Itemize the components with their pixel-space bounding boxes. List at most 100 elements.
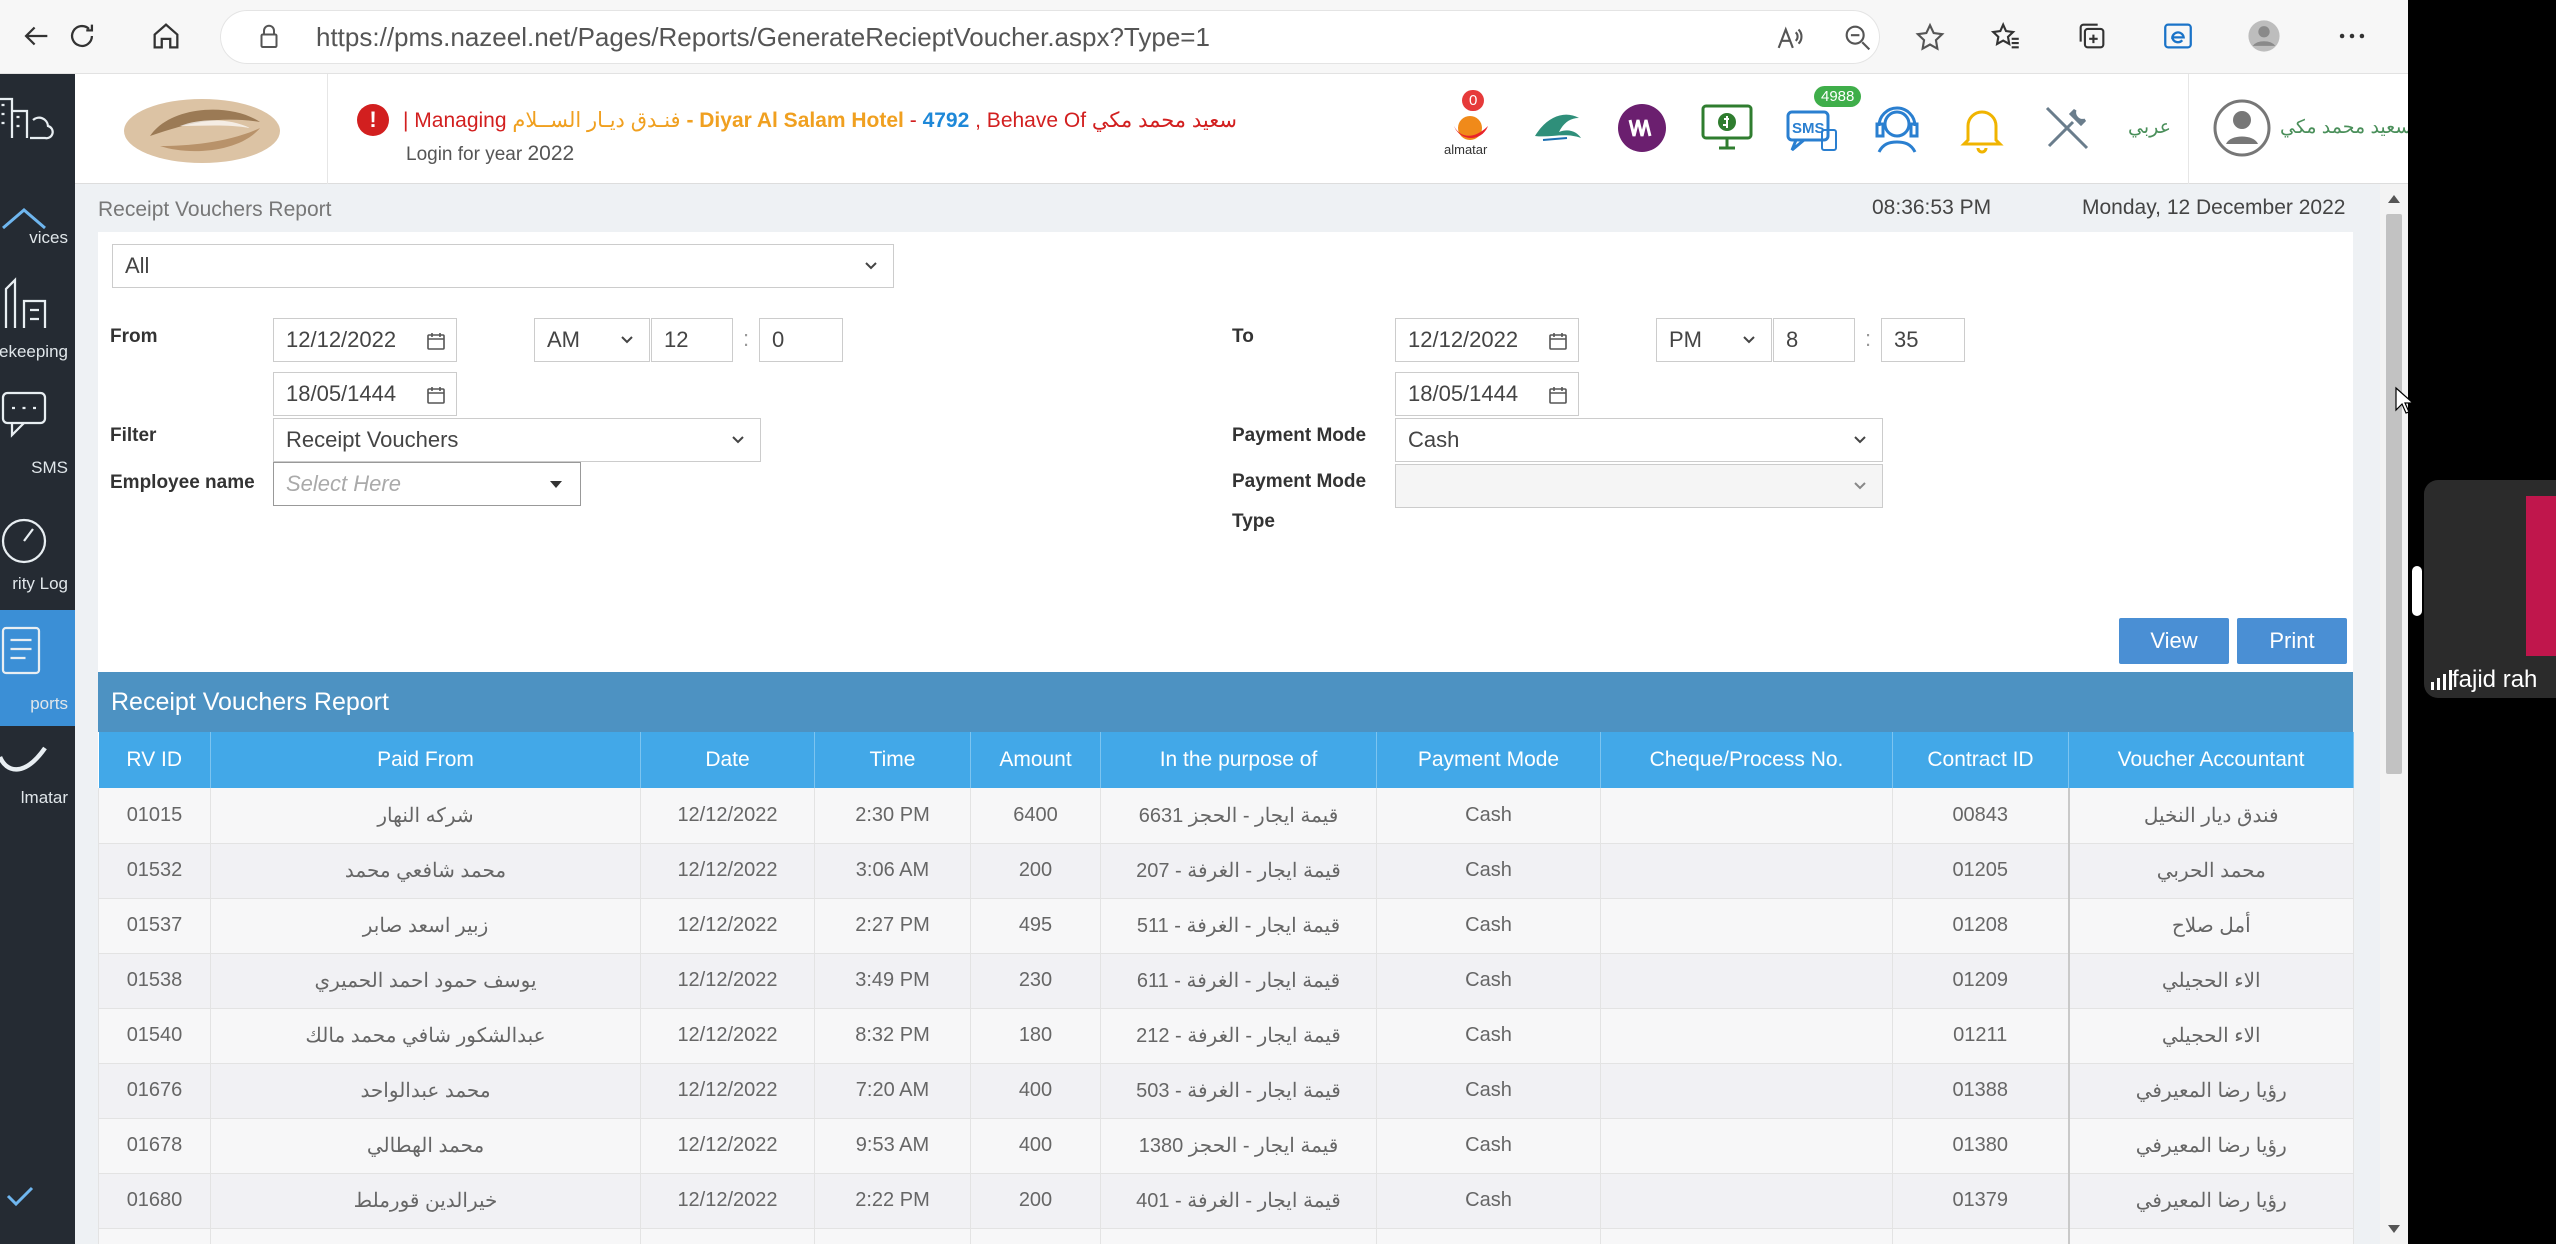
table-row[interactable]: 01532 محمد شافعي محمد 12/12/2022 3:06 AM 200… [98, 843, 2354, 899]
from-hour-input[interactable]: 12 [651, 318, 733, 362]
from-date-input[interactable]: 12/12/2022 [273, 318, 457, 362]
video-call-tile[interactable]: fajid rah [2424, 480, 2556, 698]
to-ampm-select[interactable]: PM [1656, 318, 1772, 362]
almatar-button[interactable]: 0 almatar [1440, 90, 1504, 160]
table-row[interactable]: 01676 محمد عبدالواحد 12/12/2022 7:20 AM 400 ق… [98, 1063, 2354, 1119]
sidebar-item-almatar[interactable]: lmatar [0, 736, 75, 846]
table-cell [1600, 1008, 1893, 1064]
print-button[interactable]: Print [2237, 618, 2347, 664]
table-row[interactable]: 01680 خيرالدين قورملط 12/12/2022 2:22 PM 200… [98, 1173, 2354, 1229]
calendar-icon[interactable] [1546, 383, 1570, 407]
sidebar-item-hotel[interactable] [0, 84, 75, 194]
third-party-button[interactable] [1610, 96, 1674, 160]
scrollbar-thumb[interactable] [2386, 214, 2402, 774]
behave-user: سعيد محمد مكي [1091, 109, 1237, 132]
employee-name-combobox[interactable]: Select Here [273, 462, 581, 506]
table-cell: محمد الحربي [2067, 843, 2354, 899]
refresh-icon[interactable] [60, 14, 104, 58]
more-icon[interactable] [2330, 14, 2374, 58]
sidebar-item-sms[interactable]: SMS [0, 384, 75, 494]
table-cell: Cash [1376, 1008, 1601, 1064]
to-minute-input[interactable]: 35 [1881, 318, 1965, 362]
vertical-scrollbar[interactable] [2380, 184, 2408, 1244]
sidebar-item-check[interactable] [0, 1184, 75, 1224]
alert-icon[interactable]: ! [357, 104, 389, 136]
calendar-icon[interactable] [1546, 329, 1570, 353]
table-cell: 190 [970, 1228, 1101, 1244]
column-header[interactable]: Cheque/Process No. [1600, 732, 1893, 788]
payment-mode-select[interactable]: Cash [1395, 418, 1883, 462]
to-date-input[interactable]: 12/12/2022 [1395, 318, 1579, 362]
table-row[interactable]: 01540 عبدالشكور شافي محمد مالك 12/12/2022 8… [98, 1008, 2354, 1064]
back-icon[interactable] [14, 14, 58, 58]
behave-label: , Behave Of [975, 109, 1087, 132]
profile-avatar-icon[interactable] [2242, 14, 2286, 58]
table-cell: 01209 [1892, 953, 2069, 1009]
from-ampm-select[interactable]: AM [534, 318, 650, 362]
to-hijri-value: 18/05/1444 [1408, 381, 1519, 406]
payment-mode-type-select[interactable] [1395, 464, 1883, 508]
zoom-out-icon[interactable] [1836, 16, 1880, 60]
tools-button[interactable] [2035, 96, 2099, 160]
column-header[interactable]: Date [640, 732, 815, 788]
column-header[interactable]: Contract ID [1892, 732, 2069, 788]
user-avatar-icon[interactable] [2212, 98, 2272, 158]
table-cell [1600, 898, 1893, 954]
report-scope-select[interactable]: All [112, 244, 894, 288]
column-header[interactable]: In the purpose of [1100, 732, 1377, 788]
window-resize-handle[interactable] [2412, 566, 2422, 616]
column-header[interactable]: Amount [970, 732, 1101, 788]
scroll-down-icon[interactable] [2387, 1224, 2401, 1234]
table-row[interactable]: 01682شركة ثامر صامل السواط لخدمات المعتم… [98, 1228, 2354, 1244]
bell-icon [1960, 110, 2004, 154]
address-bar[interactable]: https://pms.nazeel.net/Pages/Reports/Gen… [220, 10, 1945, 64]
table-row[interactable]: 01537 زبير اسعد صابر 12/12/2022 2:27 PM 495 ق… [98, 898, 2354, 954]
column-header[interactable]: Paid From [210, 732, 641, 788]
sidebar-item-reports[interactable]: ports [0, 610, 75, 726]
table-cell: Cash [1376, 898, 1601, 954]
table-cell: 01538 [98, 953, 211, 1009]
collections-icon[interactable] [2070, 14, 2114, 58]
table-cell: أمل صلاح [2067, 898, 2354, 954]
scroll-up-icon[interactable] [2387, 194, 2401, 204]
sidebar-item-housekeeping[interactable]: ekeeping [0, 268, 75, 378]
saudi-bird-button[interactable] [1525, 96, 1589, 160]
filter-select[interactable]: Receipt Vouchers [273, 418, 761, 462]
favorites-icon[interactable] [1984, 14, 2028, 58]
add-favorite-icon[interactable] [1908, 16, 1952, 60]
language-switch[interactable]: عربي [2128, 116, 2171, 139]
support-button[interactable] [1865, 96, 1929, 160]
home-icon[interactable] [144, 14, 188, 58]
column-header[interactable]: RV ID [98, 732, 211, 788]
sms-button[interactable]: SMS 4988 [1780, 86, 1862, 160]
read-aloud-icon[interactable] [1768, 16, 1812, 60]
sidebar-item-label: lmatar [20, 788, 68, 807]
time-colon: : [1865, 326, 1872, 351]
column-header[interactable]: Voucher Accountant [2068, 732, 2354, 788]
sidebar-item-activity-log[interactable]: rity Log [0, 500, 75, 610]
table-cell [1600, 1173, 1893, 1229]
hotel-id: 4792 [922, 109, 970, 132]
from-minute-input[interactable]: 0 [759, 318, 843, 362]
user-name[interactable]: سعيد محمد مكي [2280, 116, 2408, 139]
integration-icon [1618, 104, 1666, 152]
to-hour-input[interactable]: 8 [1773, 318, 1855, 362]
to-hijri-date-input[interactable]: 18/05/1444 [1395, 372, 1579, 416]
calendar-icon[interactable] [424, 383, 448, 407]
notifications-button[interactable] [1950, 96, 2014, 160]
table-row[interactable]: 01538 يوسف حمود احمد الحميري 12/12/2022 3:4… [98, 953, 2354, 1009]
current-time: 08:36:53 PM [1872, 196, 1992, 219]
from-hijri-date-input[interactable]: 18/05/1444 [273, 372, 457, 416]
calendar-icon[interactable] [424, 329, 448, 353]
table-cell: 01532 [98, 843, 211, 899]
column-header[interactable]: Payment Mode [1376, 732, 1601, 788]
ie-mode-icon[interactable] [2156, 14, 2200, 58]
from-ampm-value: AM [547, 327, 580, 352]
column-header[interactable]: Time [814, 732, 971, 788]
login-year-info: Login for year 2022 [406, 142, 574, 166]
payment-terminal-button[interactable] [1695, 96, 1759, 160]
table-row[interactable]: 01678 محمد الهطالي 12/12/2022 9:53 AM 400 قيم… [98, 1118, 2354, 1174]
table-row[interactable]: 01015 شركه النهار 12/12/2022 2:30 PM 6400 قيم… [98, 788, 2354, 844]
divider [327, 74, 328, 184]
view-button[interactable]: View [2119, 618, 2229, 664]
